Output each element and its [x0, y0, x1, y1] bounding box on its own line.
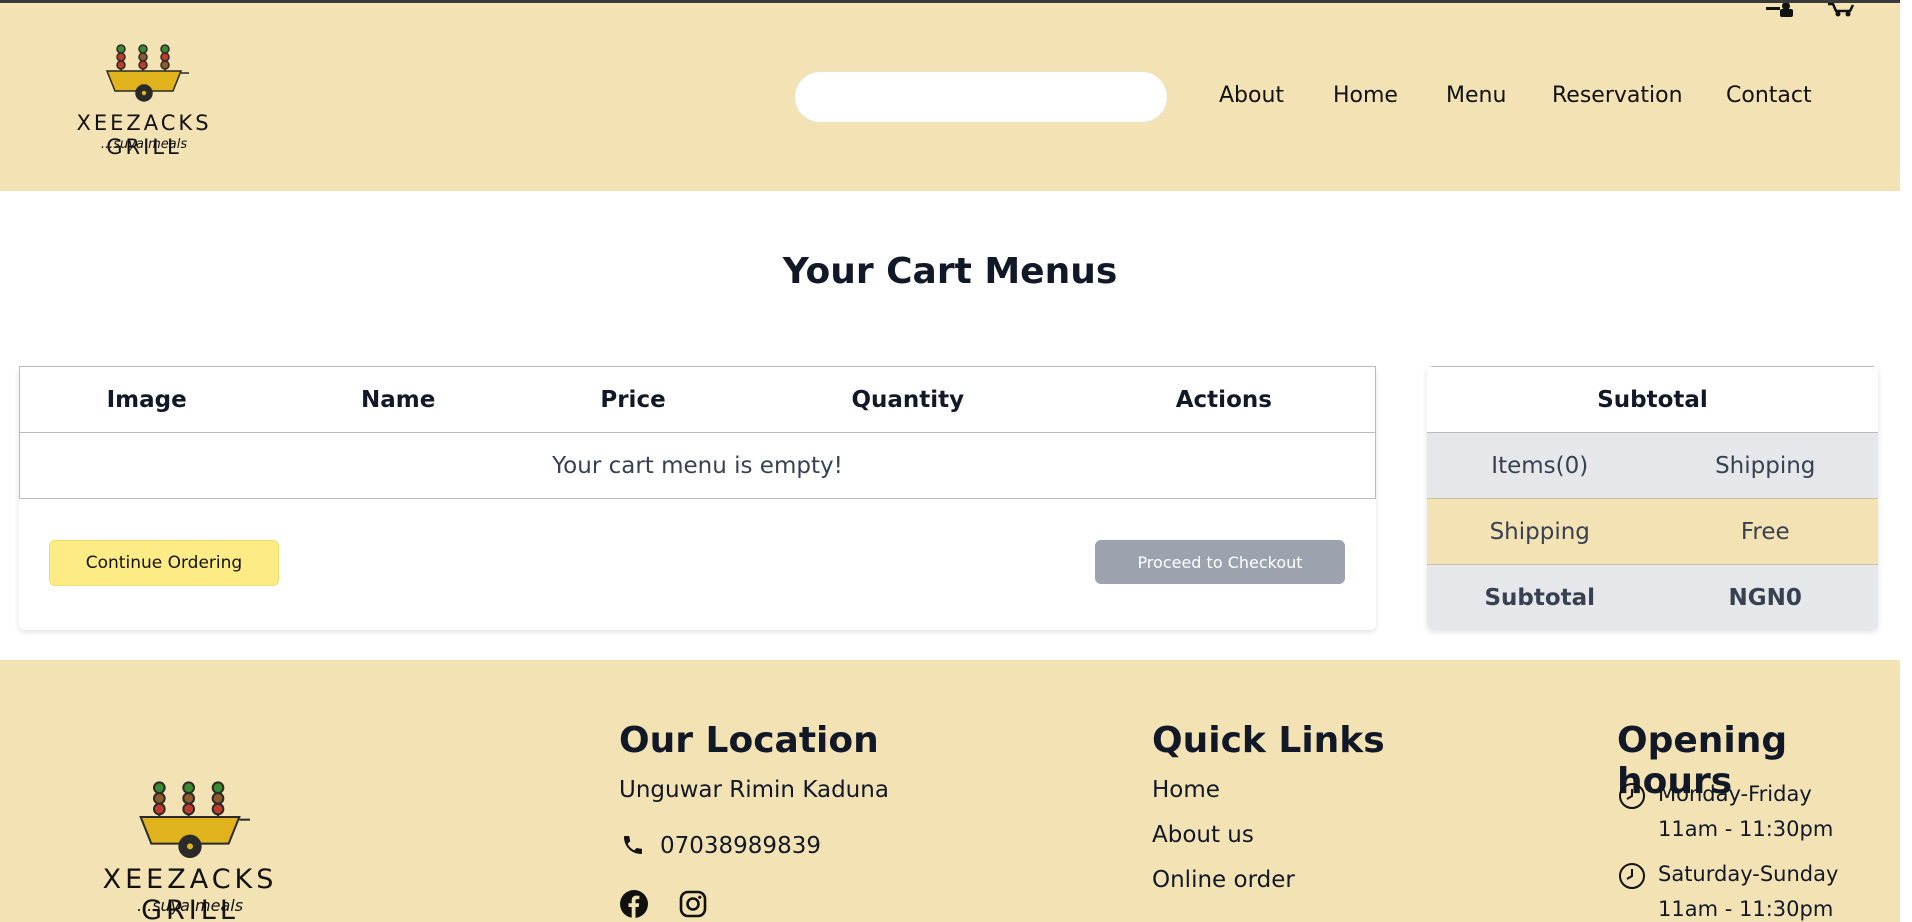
site-footer: XEEZACKS GRILL ...suya meals Our Locatio… [0, 660, 1900, 922]
summary-row-items: Items(0) Shipping [1427, 432, 1878, 499]
summary-row-subtotal: Subtotal NGN0 [1427, 564, 1878, 630]
nav-reservation[interactable]: Reservation [1552, 83, 1683, 108]
col-name: Name [273, 366, 524, 433]
footer-link-home[interactable]: Home [1152, 777, 1220, 803]
hours-days-weekend: Saturday-Sunday [1658, 862, 1839, 886]
summary-shipping-value: Free [1652, 498, 1878, 565]
footer-brand-tagline: ...suya meals [136, 896, 244, 915]
col-quantity: Quantity [742, 366, 1073, 433]
brand-logo[interactable]: XEEZACKS GRILL ...suya meals [44, 39, 244, 159]
cart-header-row: Image Name Price Quantity Actions [19, 366, 1376, 433]
brand-tagline: ...suya meals [100, 137, 188, 152]
site-header: XEEZACKS GRILL ...suya meals About Home … [0, 3, 1900, 191]
page-title: Your Cart Menus [782, 251, 1118, 292]
summary-subtotal-label: Subtotal [1427, 564, 1653, 630]
top-icons [1764, 3, 1856, 17]
clock-icon [1619, 863, 1645, 889]
facebook-icon[interactable] [619, 889, 649, 919]
search-input[interactable] [794, 71, 1168, 123]
suya-cart-logo-icon [139, 781, 250, 858]
nav-contact[interactable]: Contact [1726, 83, 1812, 108]
location-heading: Our Location [619, 720, 879, 761]
col-image: Image [19, 366, 274, 433]
nav-home[interactable]: Home [1333, 83, 1398, 108]
cart-icon[interactable] [1826, 3, 1856, 17]
cart-panel: Image Name Price Quantity Actions Your c… [19, 366, 1376, 630]
col-actions: Actions [1072, 366, 1376, 433]
footer-link-online-order[interactable]: Online order [1152, 867, 1295, 893]
summary-shipping-label: Shipping [1427, 498, 1653, 565]
continue-ordering-button[interactable]: Continue Ordering [49, 540, 279, 586]
quick-links-heading: Quick Links [1152, 720, 1385, 761]
col-price: Price [523, 366, 743, 433]
summary-subtotal-value: NGN0 [1652, 564, 1878, 630]
location-phone[interactable]: 07038989839 [660, 833, 821, 859]
phone-icon [624, 836, 642, 854]
proceed-to-checkout-button[interactable]: Proceed to Checkout [1095, 540, 1345, 584]
empty-cart-message: Your cart menu is empty! [19, 432, 1376, 499]
subtotal-heading: Subtotal [1427, 366, 1878, 433]
instagram-icon[interactable] [678, 889, 708, 919]
nav-about[interactable]: About [1219, 83, 1284, 108]
hours-time-weekend: 11am - 11:30pm [1658, 897, 1834, 921]
subtotal-table: Subtotal Items(0) Shipping Shipping Free… [1427, 366, 1878, 630]
subtotal-panel: Subtotal Items(0) Shipping Shipping Free… [1427, 366, 1878, 630]
suya-cart-logo-icon [105, 44, 189, 102]
clock-icon [1619, 783, 1645, 809]
summary-items-shipping-label: Shipping [1652, 432, 1878, 499]
empty-cart-row: Your cart menu is empty! [19, 432, 1376, 499]
footer-link-about-us[interactable]: About us [1152, 822, 1254, 848]
location-address: Unguwar Rimin Kaduna [619, 777, 889, 803]
nav-menu[interactable]: Menu [1446, 83, 1506, 108]
summary-items-count: Items(0) [1427, 432, 1653, 499]
footer-logo: XEEZACKS GRILL ...suya meals [60, 774, 320, 922]
user-icon[interactable] [1764, 3, 1798, 17]
hours-days-weekday: Monday-Friday [1658, 782, 1812, 806]
cart-table: Image Name Price Quantity Actions Your c… [19, 366, 1376, 499]
hours-time-weekday: 11am - 11:30pm [1658, 817, 1834, 841]
summary-row-shipping: Shipping Free [1427, 498, 1878, 565]
